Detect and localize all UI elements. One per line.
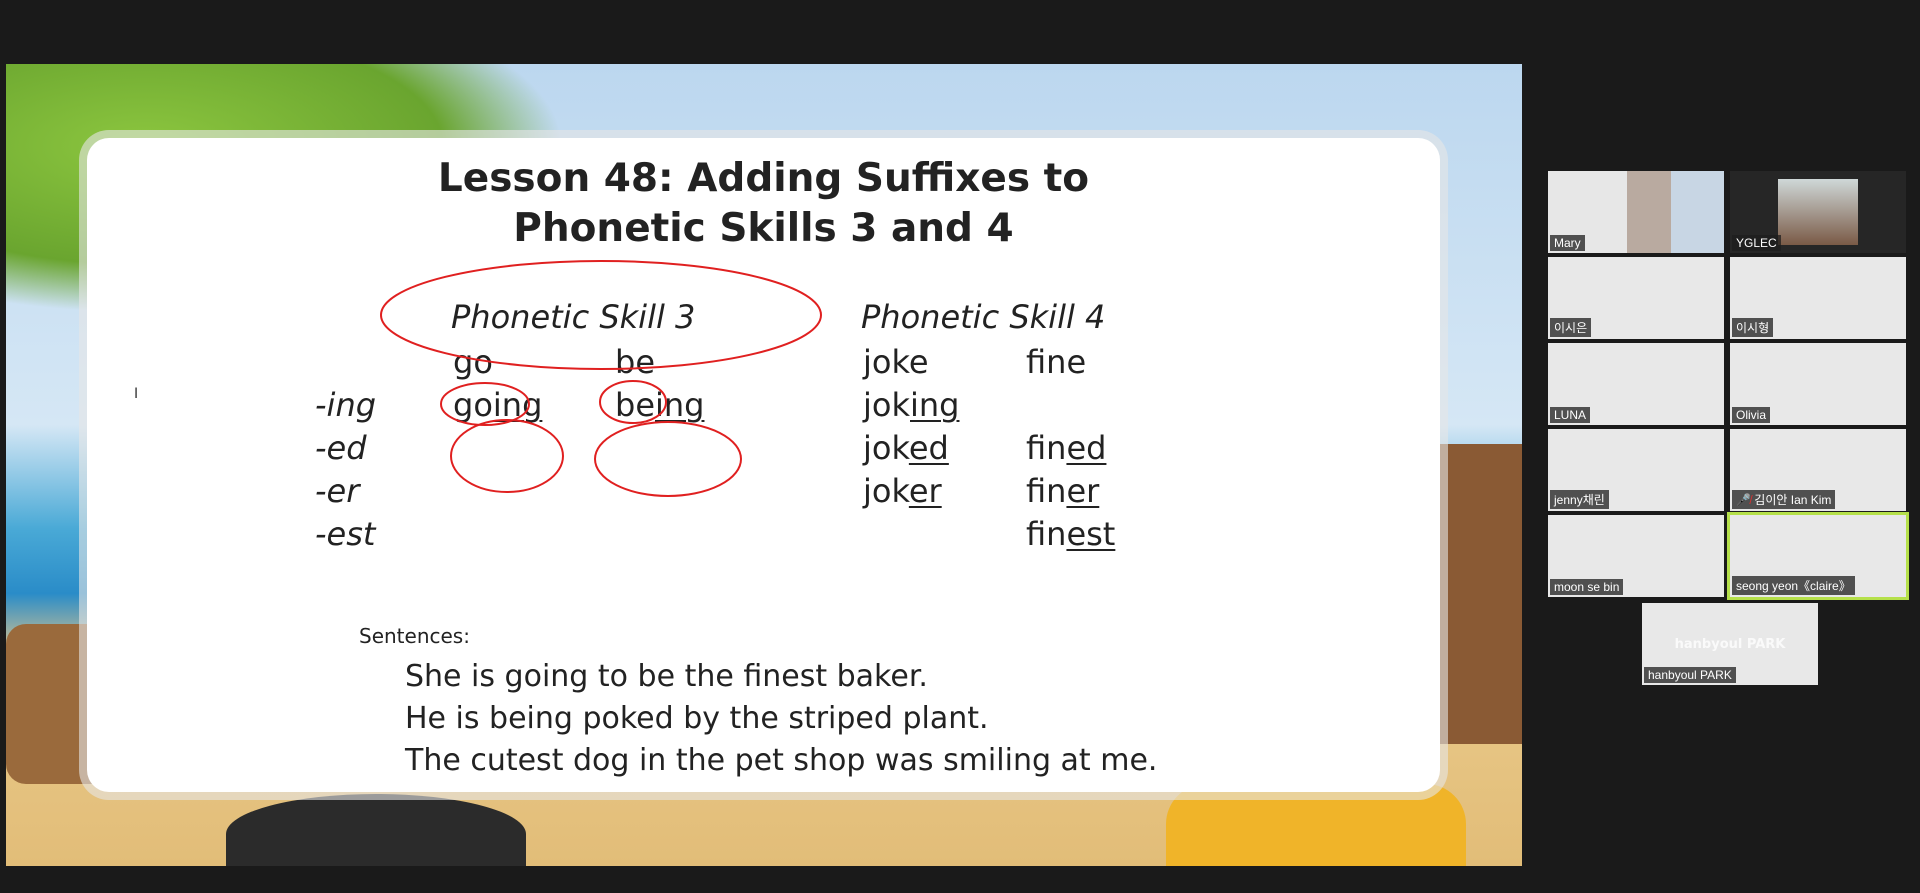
word-stem: jok [863,472,909,510]
annotation-circle-going [450,419,564,493]
participant-name: 🎤̸ 김이안 Ian Kim [1732,490,1836,509]
word-go: go [453,343,493,381]
participant-name: YGLEC [1732,235,1781,251]
participant-tile[interactable]: LUNA [1548,343,1724,425]
participant-name: moon se bin [1550,579,1624,595]
sentence-3: The cutest dog in the pet shop was smili… [405,743,1158,778]
text-cursor-icon: I [134,386,139,402]
shared-screen: Lesson 48: Adding Suffixes to Phonetic S… [6,64,1522,866]
muted-mic-icon: 🎤̸ [1736,493,1755,507]
word-stem: go [453,386,493,424]
word-suffix: ed [1066,429,1107,467]
word-joked: joked [863,429,949,467]
suffix-est: -est [315,515,376,553]
participant-tile[interactable]: Olivia [1730,343,1906,425]
participant-name-text: 김이안 Ian Kim [1754,493,1832,507]
sentences-label: Sentences: [359,624,470,648]
word-suffix: ed [908,429,949,467]
word-joke: joke [863,343,929,381]
participant-tile[interactable]: 이시형 [1730,257,1906,339]
word-joking: joking [863,386,959,424]
word-going: going [453,386,542,424]
treasure-background [1166,784,1466,866]
word-stem: jok [863,429,909,467]
annotation-circle-being [594,421,742,497]
participant-tile-active-speaker[interactable]: seong yeon《claire》 [1727,512,1909,600]
word-stem: be [615,386,655,424]
ship-background [1432,444,1522,744]
word-stem: jok [863,386,910,424]
word-suffix: er [1066,472,1100,510]
word-fined: fined [1026,429,1106,467]
participant-tile[interactable]: 🎤̸ 김이안 Ian Kim [1730,429,1906,511]
sentence-1: She is going to be the finest baker. [405,659,928,694]
word-be: be [615,343,655,381]
participant-tile[interactable]: jenny채린 [1548,429,1724,511]
pirate-flag-background [226,794,526,866]
participant-name: Olivia [1732,407,1771,423]
suffix-er: -er [315,472,360,510]
word-suffix: ing [910,386,960,424]
skill3-header: Phonetic Skill 3 [451,298,696,336]
word-suffix: est [1066,515,1116,553]
participant-name: 이시형 [1732,318,1774,337]
participant-name: Mary [1550,235,1585,251]
skill4-header: Phonetic Skill 4 [861,298,1106,336]
sentence-2: He is being poked by the striped plant. [405,701,989,736]
word-suffix: ing [655,386,705,424]
participant-video [1778,179,1858,245]
participant-tile[interactable]: hanbyoul PARK hanbyoul PARK [1642,603,1818,685]
word-suffix: er [908,472,942,510]
suffix-ing: -ing [315,386,377,424]
slide-title-line1: Lesson 48: Adding Suffixes to [437,156,1090,201]
slide-title-line2: Phonetic Skills 3 and 4 [513,206,1014,251]
suffix-ed: -ed [315,429,367,467]
lesson-slide: Lesson 48: Adding Suffixes to Phonetic S… [87,138,1440,792]
participant-tile[interactable]: moon se bin [1548,515,1724,597]
word-stem: fin [1026,472,1067,510]
participant-name: seong yeon《claire》 [1732,576,1855,595]
word-being: being [615,386,704,424]
participant-tile[interactable]: Mary [1548,171,1724,253]
word-suffix: ing [492,386,543,424]
participant-name: LUNA [1550,407,1591,423]
participant-name: hanbyoul PARK [1644,667,1736,683]
word-fine: fine [1026,343,1087,381]
participant-tile[interactable]: 이시은 [1548,257,1724,339]
word-stem: fin [1026,515,1067,553]
participant-tile[interactable]: YGLEC [1730,171,1906,253]
word-joker: joker [863,472,942,510]
word-finest: finest [1026,515,1115,553]
participant-name: jenny채린 [1550,490,1609,509]
participant-name: 이시은 [1550,318,1592,337]
participant-watermark: hanbyoul PARK [1674,637,1786,652]
word-finer: finer [1026,472,1099,510]
word-stem: fin [1026,429,1067,467]
